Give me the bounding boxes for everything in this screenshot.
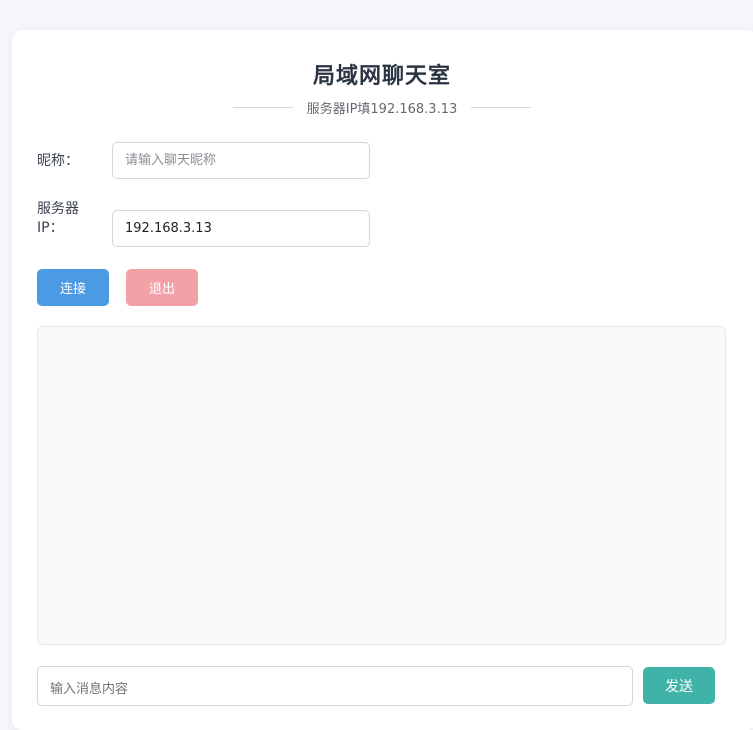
server-hint-subtitle: 服务器IP填192.168.3.13	[306, 101, 458, 117]
chat-messages-area[interactable]	[37, 326, 726, 645]
server-ip-input[interactable]	[112, 210, 370, 247]
connect-button[interactable]: 连接	[37, 269, 109, 306]
server-ip-label: 服务器 IP：	[37, 200, 79, 238]
server-ip-label-line1: 服务器	[37, 201, 79, 217]
message-input[interactable]	[37, 666, 633, 706]
nickname-input[interactable]	[112, 142, 370, 179]
chat-room-card: 局域网聊天室 服务器IP填192.168.3.13 昵称： 服务器 IP： 连接…	[12, 30, 753, 730]
nickname-label: 昵称：	[37, 153, 79, 169]
send-button[interactable]: 发送	[643, 667, 715, 704]
subtitle-row: 服务器IP填192.168.3.13	[12, 97, 752, 117]
divider-right	[471, 106, 532, 108]
page-title: 局域网聊天室	[312, 64, 451, 89]
divider-left	[232, 106, 293, 108]
server-ip-label-line2: IP：	[37, 220, 64, 236]
exit-button[interactable]: 退出	[126, 269, 198, 306]
